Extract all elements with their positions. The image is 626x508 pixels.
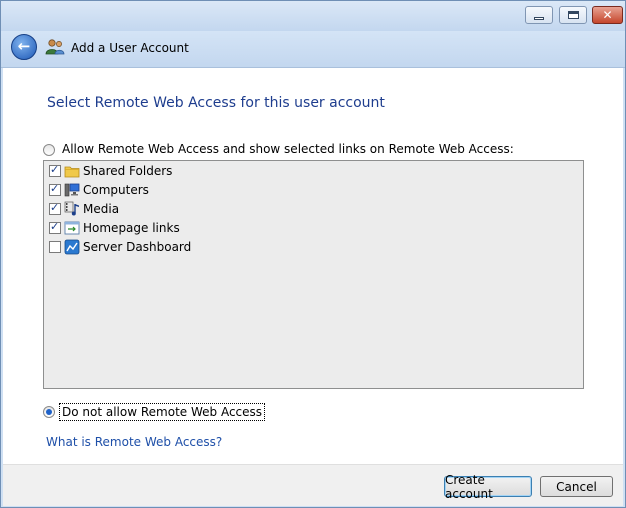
folder-icon bbox=[64, 166, 80, 178]
list-item-label: Computers bbox=[83, 183, 149, 197]
allow-rwa-label[interactable]: Allow Remote Web Access and show selecte… bbox=[62, 142, 514, 156]
shared-folders-checkbox[interactable] bbox=[49, 163, 61, 177]
wizard-title: Add a User Account bbox=[71, 41, 189, 55]
maximize-icon bbox=[567, 11, 579, 19]
list-item-server-dashboard[interactable]: Server Dashboard bbox=[49, 238, 191, 256]
content-area: Select Remote Web Access for this user a… bbox=[3, 68, 623, 464]
server-dashboard-checkbox[interactable] bbox=[49, 241, 61, 253]
list-item-media[interactable]: Media bbox=[49, 200, 119, 218]
title-bar: ✕ bbox=[1, 1, 625, 31]
footer-bar: Create account Cancel bbox=[3, 464, 623, 506]
media-checkbox[interactable] bbox=[49, 201, 61, 215]
list-item-label: Media bbox=[83, 202, 120, 216]
media-icon bbox=[64, 201, 79, 216]
list-item-label: Homepage links bbox=[83, 221, 180, 235]
allow-rwa-radio[interactable] bbox=[43, 144, 55, 156]
list-item-computers[interactable]: Computers bbox=[49, 181, 149, 199]
list-item-homepage-links[interactable]: Homepage links bbox=[49, 219, 180, 237]
maximize-button[interactable] bbox=[559, 6, 587, 24]
wizard-nav-bar: ← Add a User Account bbox=[1, 31, 625, 68]
add-user-icon bbox=[45, 39, 65, 55]
deny-rwa-radio[interactable] bbox=[43, 406, 55, 418]
minimize-icon bbox=[534, 16, 544, 20]
close-icon: ✕ bbox=[602, 8, 613, 22]
computers-checkbox[interactable] bbox=[49, 182, 61, 196]
list-item-shared-folders[interactable]: Shared Folders bbox=[49, 162, 172, 180]
computers-icon bbox=[64, 183, 80, 197]
cancel-button[interactable]: Cancel bbox=[540, 476, 613, 497]
back-arrow-icon: ← bbox=[17, 37, 31, 55]
homepage-links-icon bbox=[64, 221, 80, 235]
wizard-window: ✕ ← Add a User Account Select Remote Web… bbox=[0, 0, 626, 508]
links-listbox[interactable]: Shared Folders Computers bbox=[43, 160, 584, 389]
list-item-label: Shared Folders bbox=[83, 164, 173, 178]
back-button[interactable]: ← bbox=[11, 34, 37, 60]
list-item-label: Server Dashboard bbox=[83, 240, 192, 254]
create-account-button[interactable]: Create account bbox=[444, 473, 532, 501]
server-dashboard-icon bbox=[64, 239, 80, 255]
homepage-links-checkbox[interactable] bbox=[49, 220, 61, 234]
deny-rwa-label[interactable]: Do not allow Remote Web Access bbox=[59, 403, 266, 421]
page-heading: Select Remote Web Access for this user a… bbox=[47, 95, 385, 111]
minimize-button[interactable] bbox=[525, 6, 553, 24]
close-button[interactable]: ✕ bbox=[592, 6, 623, 24]
what-is-rwa-link[interactable]: What is Remote Web Access? bbox=[46, 435, 222, 449]
